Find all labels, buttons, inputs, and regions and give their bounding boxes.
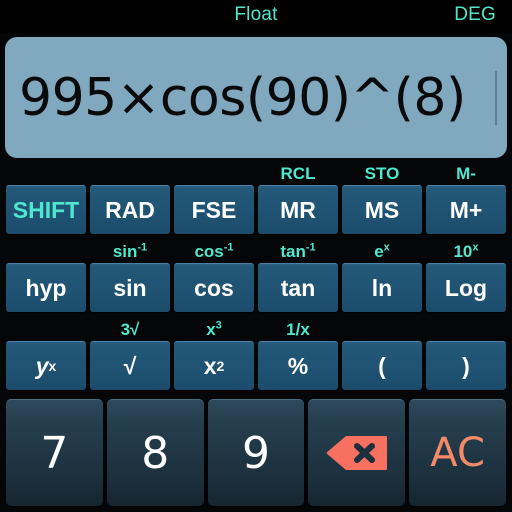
function-block-2: sin-1 cos-1 tan-1 ex 10x hyp sin cos tan [3, 237, 509, 315]
key-y-to-x[interactable]: yx [6, 341, 86, 390]
shift-label-x-cubed-sup: 3 [215, 319, 222, 332]
key-close-paren[interactable]: ) [426, 341, 506, 390]
status-bar: Float DEG [0, 0, 512, 33]
calculator-display[interactable]: 995×cos(90)^(8) [5, 37, 507, 158]
shift-label-reciprocal: 1/x [286, 320, 310, 340]
key-row-1: SHIFT RAD FSE MR MS M+ [3, 185, 509, 237]
shift-label-tan-inverse-sup: -1 [305, 241, 316, 254]
key-close-paren-label: ) [462, 352, 470, 379]
key-7[interactable]: 7 [6, 399, 103, 506]
key-m-plus-label: M+ [449, 196, 483, 223]
key-sin-label: sin [113, 274, 147, 301]
shift-label-sin-inverse-base: sin [112, 242, 138, 262]
calculator-app: Float DEG 995×cos(90)^(8) RCL STO M- SHI… [0, 0, 512, 512]
shift-label-cos-inverse-sup: -1 [223, 241, 234, 254]
function-block-3: 3√ x3 1/x yx √ x2 % () [3, 315, 509, 393]
key-ms[interactable]: MS [342, 185, 422, 234]
shift-label-ten-to-x-sup: x [472, 241, 479, 254]
key-7-label: 7 [40, 427, 69, 479]
key-tan[interactable]: tan [258, 263, 338, 312]
shift-label-sin-inverse: sin-1 [88, 241, 172, 263]
key-mr[interactable]: MR [258, 185, 338, 234]
key-9[interactable]: 9 [207, 399, 305, 506]
key-x-squared-base: x [203, 352, 217, 379]
key-9-label: 9 [241, 427, 270, 479]
shift-label-row-2: sin-1 cos-1 tan-1 ex 10x [3, 237, 509, 263]
numeric-key-row: 7 8 9 AC [3, 393, 509, 508]
shift-label-m-minus: M- [456, 164, 476, 184]
key-rad-label: RAD [105, 196, 155, 223]
function-block-1: RCL STO M- SHIFT RAD FSE MR MS M+ [3, 159, 509, 237]
key-shift-label: SHIFT [12, 196, 80, 223]
shift-label-tan-inverse-base: tan [280, 242, 306, 262]
backspace-icon [326, 436, 387, 470]
key-hyp[interactable]: hyp [6, 263, 86, 312]
key-percent[interactable]: % [258, 341, 338, 390]
shift-label-sto: STO [364, 164, 400, 184]
shift-label-sin-inverse-sup: -1 [137, 241, 148, 254]
key-ln[interactable]: ln [342, 263, 422, 312]
shift-label-e-to-x: ex [340, 241, 424, 263]
key-log-label: Log [444, 274, 488, 301]
key-square-root-label: √ [123, 352, 137, 379]
key-percent-label: % [287, 352, 309, 379]
key-x-squared[interactable]: x2 [174, 341, 254, 390]
key-rad[interactable]: RAD [90, 185, 170, 234]
angle-mode-indicator[interactable]: DEG [454, 4, 496, 26]
key-all-clear[interactable]: AC [409, 399, 506, 506]
key-sin[interactable]: sin [90, 263, 170, 312]
notation-mode-indicator[interactable]: Float [0, 4, 512, 26]
shift-label-x-cubed-base: x [206, 320, 216, 340]
key-row-3: yx √ x2 % ( ) [3, 341, 509, 393]
shift-label-cos-inverse-base: cos [194, 242, 224, 262]
shift-label-e-to-x-sup: x [383, 241, 390, 254]
key-tan-label: tan [280, 274, 316, 301]
key-mr-label: MR [280, 196, 316, 223]
shift-label-rcl: RCL [280, 164, 316, 184]
shift-label-cos-inverse: cos-1 [172, 241, 256, 263]
key-open-paren[interactable]: ( [342, 341, 422, 390]
shift-label-x-cubed: x3 [172, 319, 256, 341]
shift-label-cube-root: 3√ [120, 320, 140, 340]
key-8-label: 8 [141, 427, 170, 479]
key-fse[interactable]: FSE [174, 185, 254, 234]
shift-label-ten-to-x-base: 10 [453, 242, 473, 262]
key-y-to-x-base: y [35, 352, 49, 379]
key-row-2: hyp sin cos tan ln Log [3, 263, 509, 315]
key-fse-label: FSE [191, 196, 237, 223]
key-backspace[interactable] [308, 399, 406, 506]
display-container: 995×cos(90)^(8) [0, 33, 512, 159]
text-cursor [495, 71, 497, 125]
shift-label-row-3: 3√ x3 1/x [3, 315, 509, 341]
display-expression: 995×cos(90)^(8) [19, 67, 466, 128]
key-cos-label: cos [194, 274, 234, 301]
shift-label-ten-to-x: 10x [424, 241, 508, 263]
key-m-plus[interactable]: M+ [426, 185, 506, 234]
key-open-paren-label: ( [378, 352, 386, 379]
shift-label-e-to-x-base: e [374, 242, 384, 262]
key-all-clear-label: AC [430, 430, 485, 476]
shift-label-tan-inverse: tan-1 [256, 241, 340, 263]
key-square-root[interactable]: √ [90, 341, 170, 390]
key-cos[interactable]: cos [174, 263, 254, 312]
shift-label-row-1: RCL STO M- [3, 159, 509, 185]
key-hyp-label: hyp [25, 274, 67, 301]
key-shift[interactable]: SHIFT [6, 185, 86, 234]
key-log[interactable]: Log [426, 263, 506, 312]
keypad: RCL STO M- SHIFT RAD FSE MR MS M+ sin-1 … [0, 159, 512, 512]
key-ms-label: MS [364, 196, 400, 223]
key-ln-label: ln [371, 274, 393, 301]
key-8[interactable]: 8 [106, 399, 204, 506]
